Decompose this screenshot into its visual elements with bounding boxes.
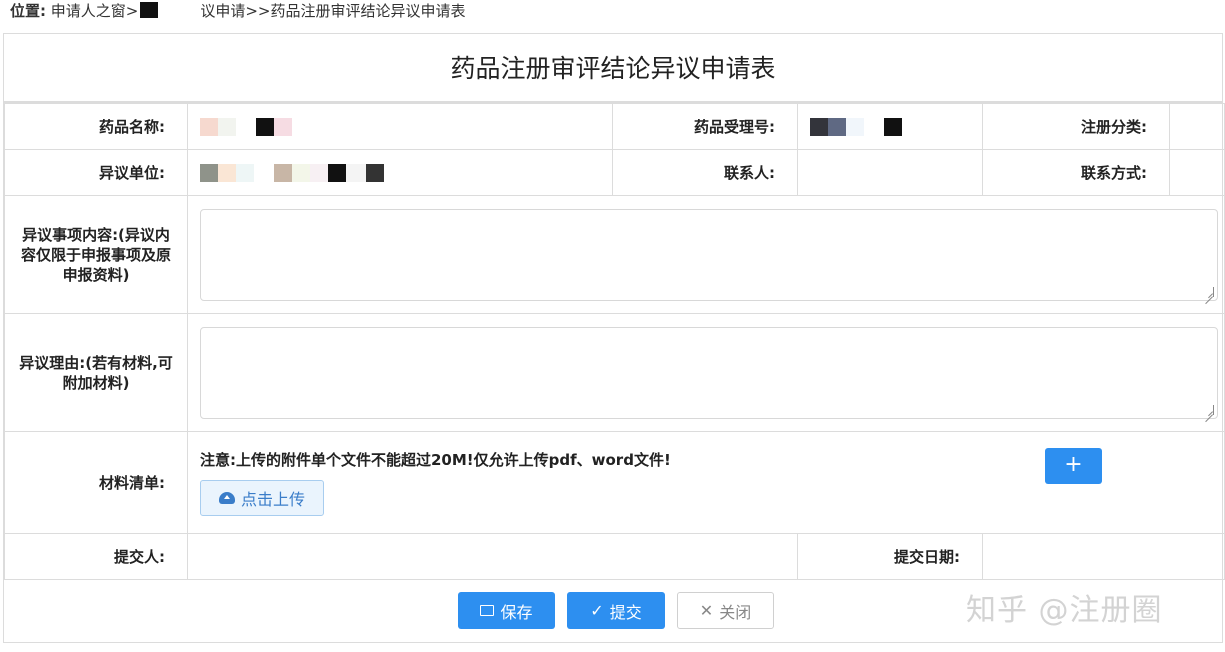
contact-label: 联系人: xyxy=(612,149,798,196)
breadcrumb: 位置: 申请人之窗> 议申请>>药品注册审评结论异议申请表 xyxy=(10,0,466,24)
submit-date-value xyxy=(982,533,1225,580)
folder-icon xyxy=(480,605,495,616)
contact-method-value xyxy=(1169,149,1225,196)
close-button-label: 关闭 xyxy=(719,602,752,622)
submitter-label: 提交人: xyxy=(4,533,188,580)
contact-value xyxy=(797,149,983,196)
drug-name-label: 药品名称: xyxy=(4,103,188,150)
form-table: 药品名称: 药品受理号: 注册分类: 异议单位: 联系人: 联系方式: 异议事项… xyxy=(4,103,1225,580)
contact-method-label: 联系方式: xyxy=(982,149,1170,196)
acceptance-no-label: 药品受理号: xyxy=(612,103,798,150)
cloud-upload-icon xyxy=(219,492,235,504)
objection-reason-label: 异议理由:(若有材料,可附加材料) xyxy=(4,313,188,432)
objection-content-textarea[interactable] xyxy=(200,208,1218,301)
reg-category-label: 注册分类: xyxy=(982,103,1170,150)
upload-button[interactable]: 点击上传 xyxy=(200,480,325,516)
submit-date-label: 提交日期: xyxy=(797,533,983,580)
close-button[interactable]: ✕ 关闭 xyxy=(677,592,774,629)
submit-button[interactable]: ✓ 提交 xyxy=(567,592,665,629)
drug-name-value xyxy=(187,103,613,150)
objection-unit-label: 异议单位: xyxy=(4,149,188,196)
save-button[interactable]: 保存 xyxy=(458,592,555,629)
materials-label: 材料清单: xyxy=(4,431,188,534)
objection-unit-value xyxy=(187,149,613,196)
submit-button-label: 提交 xyxy=(609,602,642,622)
watermark: 知乎 @注册圈 xyxy=(966,593,1163,628)
submitter-value xyxy=(187,533,798,580)
objection-form: 药品注册审评结论异议申请表 药品名称: 药品受理号: 注册分类: 异议单位: 联… xyxy=(3,33,1225,643)
objection-reason-textarea[interactable] xyxy=(200,326,1218,419)
acceptance-no-value xyxy=(797,103,983,150)
add-material-button[interactable]: + xyxy=(1045,448,1102,484)
check-icon: ✓ xyxy=(590,601,604,620)
resize-handle-icon[interactable] xyxy=(1204,404,1214,415)
redacted-block xyxy=(140,2,159,18)
breadcrumb-current: 议申请>>药品注册审评结论异议申请表 xyxy=(200,2,466,20)
objection-content-label: 异议事项内容:(异议内容仅限于申报事项及原申报资料) xyxy=(4,195,188,314)
form-title: 药品注册审评结论异议申请表 xyxy=(4,34,1222,103)
breadcrumb-link-applicant-window[interactable]: 申请人之窗> xyxy=(51,2,139,20)
resize-handle-icon[interactable] xyxy=(1204,286,1214,297)
reg-category-value xyxy=(1169,103,1225,150)
upload-button-label: 点击上传 xyxy=(241,490,306,509)
breadcrumb-label: 位置: xyxy=(10,2,46,20)
save-button-label: 保存 xyxy=(500,602,533,622)
close-icon: ✕ xyxy=(699,601,714,620)
